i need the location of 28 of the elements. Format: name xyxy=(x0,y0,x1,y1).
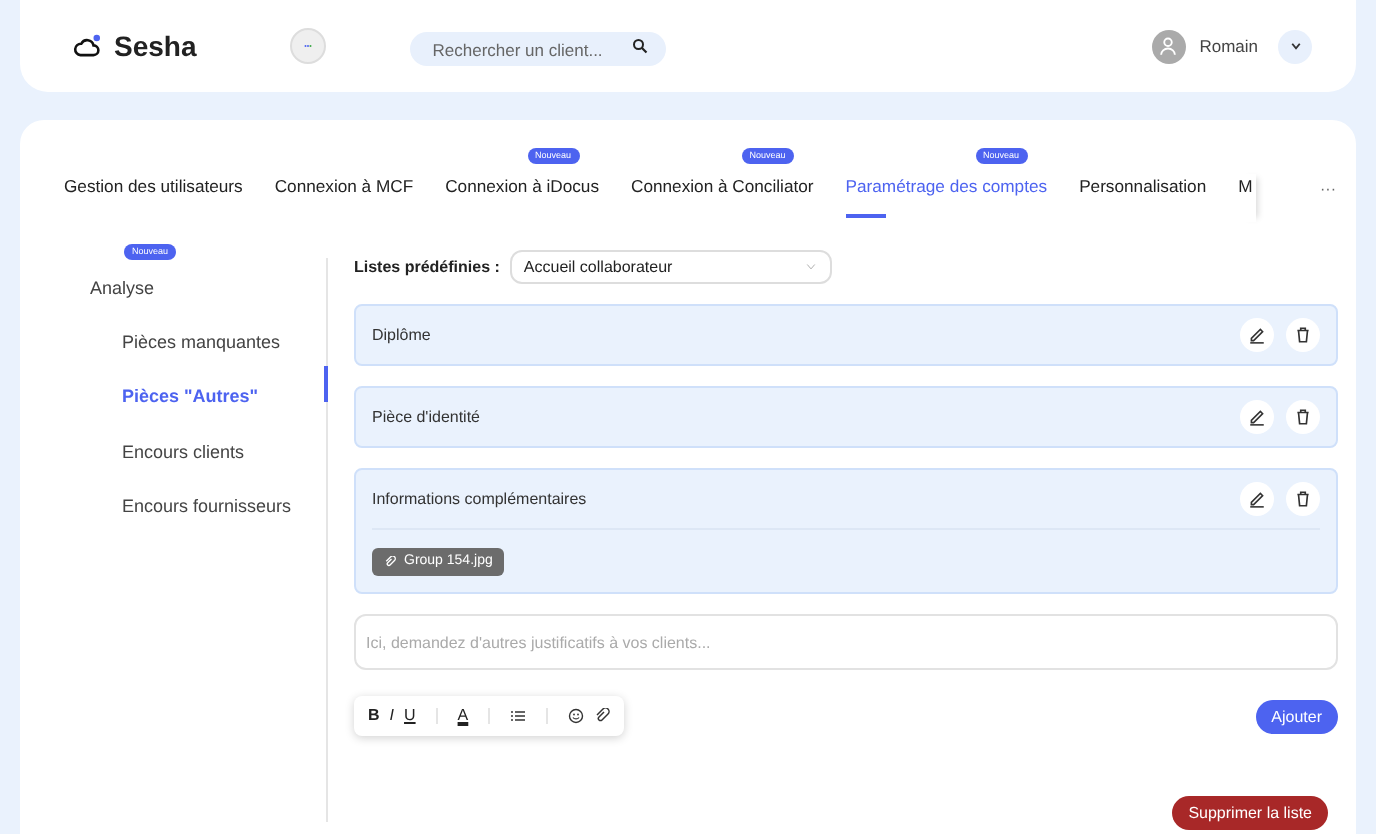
tab[interactable]: Paramétrage des comptes xyxy=(845,174,1048,222)
tab[interactable]: M xyxy=(1238,174,1257,222)
search-field[interactable]: Rechercher un client... xyxy=(410,32,667,66)
field-label: Listes prédéfinies : xyxy=(354,255,500,279)
tab[interactable]: Personnalisation xyxy=(1079,174,1207,222)
brand-name: Sesha xyxy=(114,27,197,65)
delete-list-button[interactable]: Supprimer la liste xyxy=(1172,796,1328,830)
tab[interactable]: Connexion à iDocus xyxy=(445,174,600,222)
document-name: Diplôme xyxy=(372,323,431,347)
message-field[interactable]: Ici, demandez d'autres justificatifs à vos clients... xyxy=(354,614,1338,670)
more-button[interactable]: ··· xyxy=(1304,178,1336,222)
tab[interactable]: Gestion des utilisateurs xyxy=(64,174,243,222)
sidebar-item[interactable]: Analyse xyxy=(90,262,326,317)
document-name: Informations complémentaires xyxy=(372,487,587,511)
sidebar-item[interactable]: Pièces manquantes xyxy=(122,316,326,372)
italic-button[interactable]: I xyxy=(389,708,395,724)
user-name: Romain xyxy=(1199,33,1258,59)
sidebar-item[interactable]: Encours clients xyxy=(122,425,326,481)
underline-button[interactable]: U xyxy=(404,708,416,724)
add-button[interactable]: Ajouter xyxy=(1255,699,1338,733)
sidebar-item[interactable]: Pièces "Autres" xyxy=(122,371,326,426)
document-name: Pièce d'identité xyxy=(372,405,481,429)
color-button[interactable]: A xyxy=(457,708,469,724)
list-select[interactable]: Accueil collaborateur xyxy=(509,250,832,284)
tab[interactable]: Connexion à MCF xyxy=(274,174,414,222)
bold-button[interactable]: B xyxy=(368,708,380,724)
tab[interactable]: Connexion à Conciliator xyxy=(631,174,814,222)
sidebar-item[interactable]: Encours fournisseurs xyxy=(122,480,326,535)
